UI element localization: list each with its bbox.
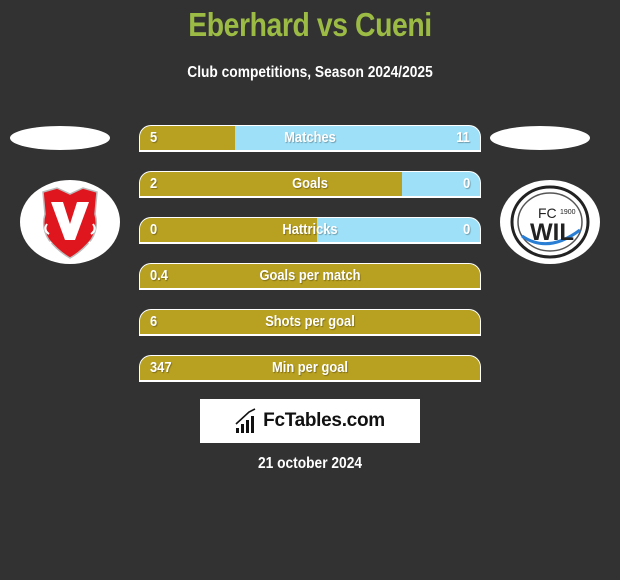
fc-wil-logo-icon: FC 1900 WIL — [510, 185, 590, 259]
stat-bar-hattricks: 0 Hattricks 0 — [139, 217, 481, 244]
fctables-brand[interactable]: FcTables.com — [200, 399, 420, 443]
left-player-placeholder — [10, 126, 110, 150]
stat-bar-matches: 5 Matches 11 — [139, 125, 481, 152]
stat-label: Shots per goal — [265, 313, 355, 330]
match-date: 21 october 2024 — [257, 455, 363, 472]
svg-text:WIL: WIL — [530, 219, 574, 246]
stat-right-value: 11 — [456, 129, 470, 146]
stat-left-value: 5 — [150, 129, 158, 146]
stat-right-value: 0 — [462, 175, 470, 192]
stat-label: Goals per match — [259, 267, 361, 284]
stat-bar-goals-per-match: 0.4 Goals per match — [139, 263, 481, 290]
competition-subtitle: Club competitions, Season 2024/2025 — [187, 64, 433, 81]
stat-label: Matches — [284, 129, 336, 146]
stat-label: Hattricks — [282, 221, 338, 238]
page-title: Eberhard vs Cueni — [188, 6, 432, 43]
stat-left-value: 0 — [150, 221, 158, 238]
bar-chart-icon — [235, 408, 256, 433]
stat-bar-shots-per-goal: 6 Shots per goal — [139, 309, 481, 336]
stat-bar-goals: 2 Goals 0 — [139, 171, 481, 198]
stat-label: Min per goal — [272, 359, 348, 376]
right-player-placeholder — [490, 126, 590, 150]
stat-left-value: 2 — [150, 175, 158, 192]
stat-label: Goals — [292, 175, 328, 192]
stat-bar-min-per-goal: 347 Min per goal — [139, 355, 481, 382]
left-team-logo[interactable] — [20, 180, 120, 264]
vaduz-shield-icon — [42, 187, 98, 259]
stat-right-value: 0 — [462, 221, 470, 238]
stat-left-value: 6 — [150, 313, 158, 330]
right-team-logo[interactable]: FC 1900 WIL — [500, 180, 600, 264]
svg-text:1900: 1900 — [560, 209, 576, 216]
brand-name: FcTables.com — [263, 410, 385, 431]
